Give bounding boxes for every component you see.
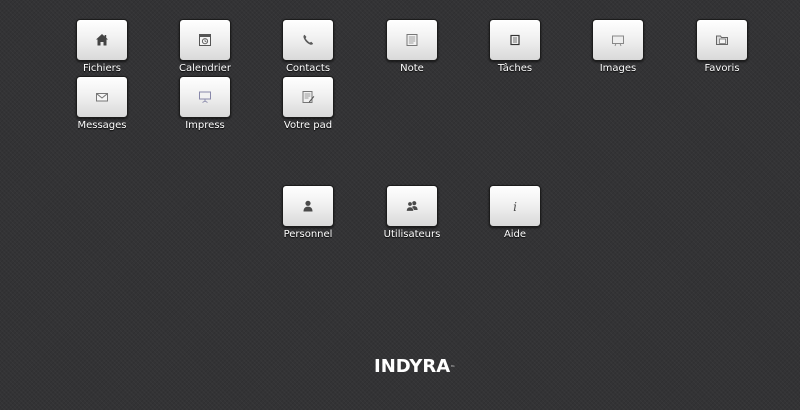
contacts-label: Contacts (285, 63, 331, 74)
app-fichiers[interactable]: Fichiers (50, 19, 154, 77)
app-note[interactable]: Note (360, 19, 464, 77)
app-personnel[interactable]: Personnel (256, 185, 360, 243)
logo-text: INDYRA (374, 356, 451, 377)
favoris-button[interactable] (696, 19, 748, 61)
pad-icon (302, 91, 315, 103)
image-icon (612, 35, 624, 47)
app-images[interactable]: Images (566, 19, 670, 77)
envelope-icon (96, 93, 108, 102)
messages-label: Messages (77, 120, 127, 131)
note-button[interactable] (386, 19, 438, 61)
personnel-button[interactable] (282, 185, 334, 227)
note-icon (406, 34, 418, 46)
favoris-label: Favoris (704, 63, 740, 74)
calendar-icon (199, 34, 211, 46)
votre-pad-button[interactable] (282, 76, 334, 118)
info-icon: i (513, 200, 517, 213)
app-impress[interactable]: Impress (153, 76, 257, 134)
taches-label: Tâches (497, 63, 533, 74)
impress-button[interactable] (179, 76, 231, 118)
app-votre-pad[interactable]: Votre pad (256, 76, 360, 134)
utilisateurs-label: Utilisateurs (383, 229, 441, 240)
app-favoris[interactable]: Favoris (670, 19, 774, 77)
images-label: Images (599, 63, 637, 74)
calendrier-button[interactable] (179, 19, 231, 61)
personnel-label: Personnel (283, 229, 333, 240)
impress-label: Impress (185, 120, 225, 131)
app-taches[interactable]: Tâches (463, 19, 567, 77)
logo-trademark: ™ (450, 365, 456, 371)
app-messages[interactable]: Messages (50, 76, 154, 134)
app-contacts[interactable]: Contacts (256, 19, 360, 77)
indyra-logo: INDYRA™ (374, 357, 455, 377)
images-button[interactable] (592, 19, 644, 61)
calendrier-label: Calendrier (179, 63, 231, 74)
app-utilisateurs[interactable]: Utilisateurs (360, 185, 464, 243)
user-icon (303, 200, 313, 212)
fichiers-button[interactable] (76, 19, 128, 61)
messages-button[interactable] (76, 76, 128, 118)
folder-icon (716, 35, 728, 45)
phone-icon (303, 34, 314, 45)
app-calendrier[interactable]: Calendrier (153, 19, 257, 77)
contacts-button[interactable] (282, 19, 334, 61)
taches-button[interactable] (489, 19, 541, 61)
aide-button[interactable]: i (489, 185, 541, 227)
votre-pad-label: Votre pad (283, 120, 333, 131)
aide-label: Aide (503, 229, 527, 240)
home-icon (96, 34, 108, 46)
tasks-icon (510, 34, 520, 46)
utilisateurs-button[interactable] (386, 185, 438, 227)
users-icon (406, 201, 418, 212)
app-aide[interactable]: i Aide (463, 185, 567, 243)
svg-text:i: i (513, 200, 517, 213)
presentation-icon (199, 91, 211, 103)
fichiers-label: Fichiers (83, 63, 121, 74)
note-label: Note (400, 63, 424, 74)
